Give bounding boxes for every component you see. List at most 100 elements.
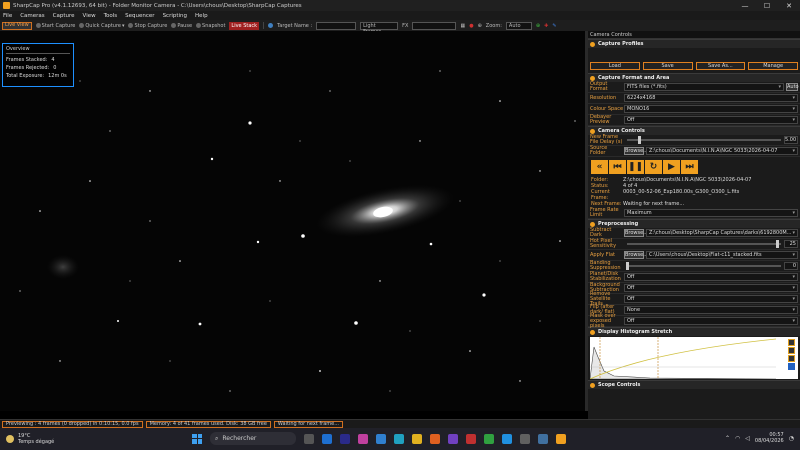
start-capture-button[interactable]: Start Capture — [35, 23, 75, 29]
subtract-dark-select[interactable]: Z:\chous\Desktop\SharpCap Captures\darks… — [646, 229, 798, 237]
frame-rate-select[interactable]: Maximum — [624, 209, 798, 217]
app-icon[interactable] — [322, 433, 332, 444]
app-icon[interactable] — [376, 433, 386, 444]
pause-playback-button[interactable]: ❚❚ — [627, 160, 644, 174]
pause-button[interactable]: Pause — [171, 23, 192, 29]
browse-dark-button[interactable]: Browse... — [624, 229, 648, 237]
menu-tools[interactable]: Tools — [104, 13, 118, 19]
menu-view[interactable]: View — [83, 13, 96, 19]
wifi-icon[interactable]: ◠ — [735, 435, 740, 442]
maximize-button[interactable]: ☐ — [756, 2, 778, 10]
manage-profile-button[interactable]: Manage — [748, 62, 798, 70]
app-icon[interactable] — [484, 433, 494, 444]
quick-capture-button[interactable]: Quick Capture ▾ — [79, 23, 124, 29]
reset-stretch-icon[interactable] — [788, 347, 795, 354]
banding-slider[interactable] — [625, 262, 781, 270]
stop-capture-button[interactable]: Stop Capture — [128, 23, 167, 29]
section-scope-controls[interactable]: Scope Controls — [588, 380, 800, 389]
menu-capture[interactable]: Capture — [53, 13, 75, 19]
volume-icon[interactable]: ◁ — [745, 435, 750, 442]
live-stack-button[interactable]: Live Stack — [229, 21, 260, 30]
menu-help[interactable]: Help — [195, 13, 208, 19]
app-icon[interactable] — [538, 433, 548, 444]
resolution-select[interactable]: 6224x4168 — [624, 94, 798, 102]
new-frame-delay-value[interactable]: 5.00 — [784, 136, 798, 144]
pin-icon[interactable]: ✎ — [552, 23, 556, 29]
edge-icon[interactable] — [394, 433, 404, 444]
save-profile-button[interactable]: Save — [642, 62, 693, 70]
app-icon[interactable] — [466, 433, 476, 444]
section-capture-format[interactable]: Capture Format and Area — [588, 73, 800, 82]
save-as-profile-button[interactable]: Save As... — [695, 62, 746, 70]
grid-icon[interactable]: ▦ — [460, 23, 465, 29]
background-select[interactable]: Off — [624, 284, 798, 292]
auto-button[interactable]: Auto — [786, 83, 799, 91]
fx-select[interactable] — [412, 21, 457, 30]
bell-icon[interactable]: ◔ — [789, 435, 794, 442]
file-explorer-icon[interactable] — [412, 433, 422, 444]
close-button[interactable]: ✕ — [778, 2, 800, 10]
settings-icon[interactable] — [788, 355, 795, 362]
hot-pixel-value[interactable]: 25 — [784, 240, 798, 248]
taskbar-search[interactable]: ⌕ Rechercher — [210, 432, 296, 445]
planet-select[interactable]: Off — [624, 273, 798, 281]
satellite-select[interactable]: Off — [624, 295, 798, 303]
slider-knob[interactable] — [776, 240, 780, 248]
section-preprocessing[interactable]: Preprocessing — [588, 219, 800, 228]
play-button[interactable]: ▶ — [663, 160, 680, 174]
first-frame-button[interactable]: ⏮ — [609, 160, 626, 174]
task-view-icon[interactable] — [304, 433, 314, 444]
reload-button[interactable]: ↻ — [645, 160, 662, 174]
frame-type-select[interactable]: Light Frames — [360, 21, 399, 35]
photoshop-icon[interactable] — [340, 433, 350, 444]
snapshot-button[interactable]: Snapshot — [196, 23, 225, 29]
output-format-select[interactable]: FITS files (*.fits) — [624, 83, 784, 91]
sharpcap-taskbar-icon[interactable] — [556, 433, 566, 444]
menu-file[interactable]: File — [3, 13, 12, 19]
record-red-icon[interactable]: ● — [469, 23, 473, 29]
rewind-button[interactable]: « — [591, 160, 608, 174]
hot-pixel-slider[interactable] — [627, 240, 781, 248]
app-icon[interactable] — [448, 433, 458, 444]
apply-flat-select[interactable]: C:\Users\chous\Desktop\Flat-c11_stacked.… — [646, 251, 798, 259]
frame-rate-row: Frame Rate Limit Maximum — [588, 208, 800, 219]
flip-select[interactable]: None — [624, 306, 798, 314]
weather-widget[interactable]: 19°C Temps dégagé — [6, 433, 54, 445]
section-capture-profiles[interactable]: Capture Profiles — [588, 39, 800, 48]
banding-value[interactable]: 0 — [784, 262, 798, 270]
minimize-button[interactable]: — — [734, 2, 756, 10]
chevron-up-icon[interactable]: ⌃ — [725, 435, 730, 442]
section-camera-controls[interactable]: Camera Controls — [588, 126, 800, 135]
taskbar-clock[interactable]: 00:57 08/04/2026 — [755, 432, 784, 444]
slider-knob[interactable] — [637, 136, 641, 144]
colour-space-select[interactable]: MONO16 — [624, 105, 798, 113]
save-stretch-icon[interactable] — [788, 363, 795, 370]
browse-flat-button[interactable]: Browse... — [624, 251, 648, 259]
new-frame-delay-slider[interactable] — [627, 136, 781, 144]
menu-sequencer[interactable]: Sequencer — [125, 13, 154, 19]
live-view-button[interactable]: Live View — [2, 21, 32, 30]
menu-cameras[interactable]: Cameras — [20, 13, 44, 19]
firefox-icon[interactable] — [430, 433, 440, 444]
section-histogram[interactable]: Display Histogram Stretch — [588, 327, 800, 336]
menu-scripting[interactable]: Scripting — [163, 13, 187, 19]
reticle-icon[interactable]: ⊕ — [478, 23, 482, 29]
browse-source-button[interactable]: Browse... — [624, 147, 648, 155]
app-icon[interactable] — [520, 433, 530, 444]
debayer-select[interactable]: Off — [624, 116, 798, 124]
app-icon[interactable] — [502, 433, 512, 444]
image-viewer[interactable]: Overview Frames Stacked: 4 Frames Rejecte… — [0, 31, 585, 411]
last-frame-button[interactable]: ⏭ — [681, 160, 698, 174]
app-icon[interactable] — [358, 433, 368, 444]
annotate-icon[interactable]: ✚ — [544, 23, 548, 29]
mask-select[interactable]: Off — [624, 317, 798, 325]
windows-start-icon[interactable] — [192, 433, 202, 444]
zoom-select[interactable]: Auto — [505, 21, 532, 30]
target-name-input[interactable] — [316, 21, 357, 30]
auto-stretch-icon[interactable] — [788, 339, 795, 346]
histogram-chart[interactable] — [589, 337, 798, 380]
source-folder-select[interactable]: Z:\chous\Documents\N.I.N.A\NGC 5033\2026… — [646, 147, 798, 155]
load-profile-button[interactable]: Load — [590, 62, 640, 70]
slider-knob[interactable] — [625, 262, 629, 270]
zoom-in-icon[interactable]: ⊕ — [536, 23, 540, 29]
